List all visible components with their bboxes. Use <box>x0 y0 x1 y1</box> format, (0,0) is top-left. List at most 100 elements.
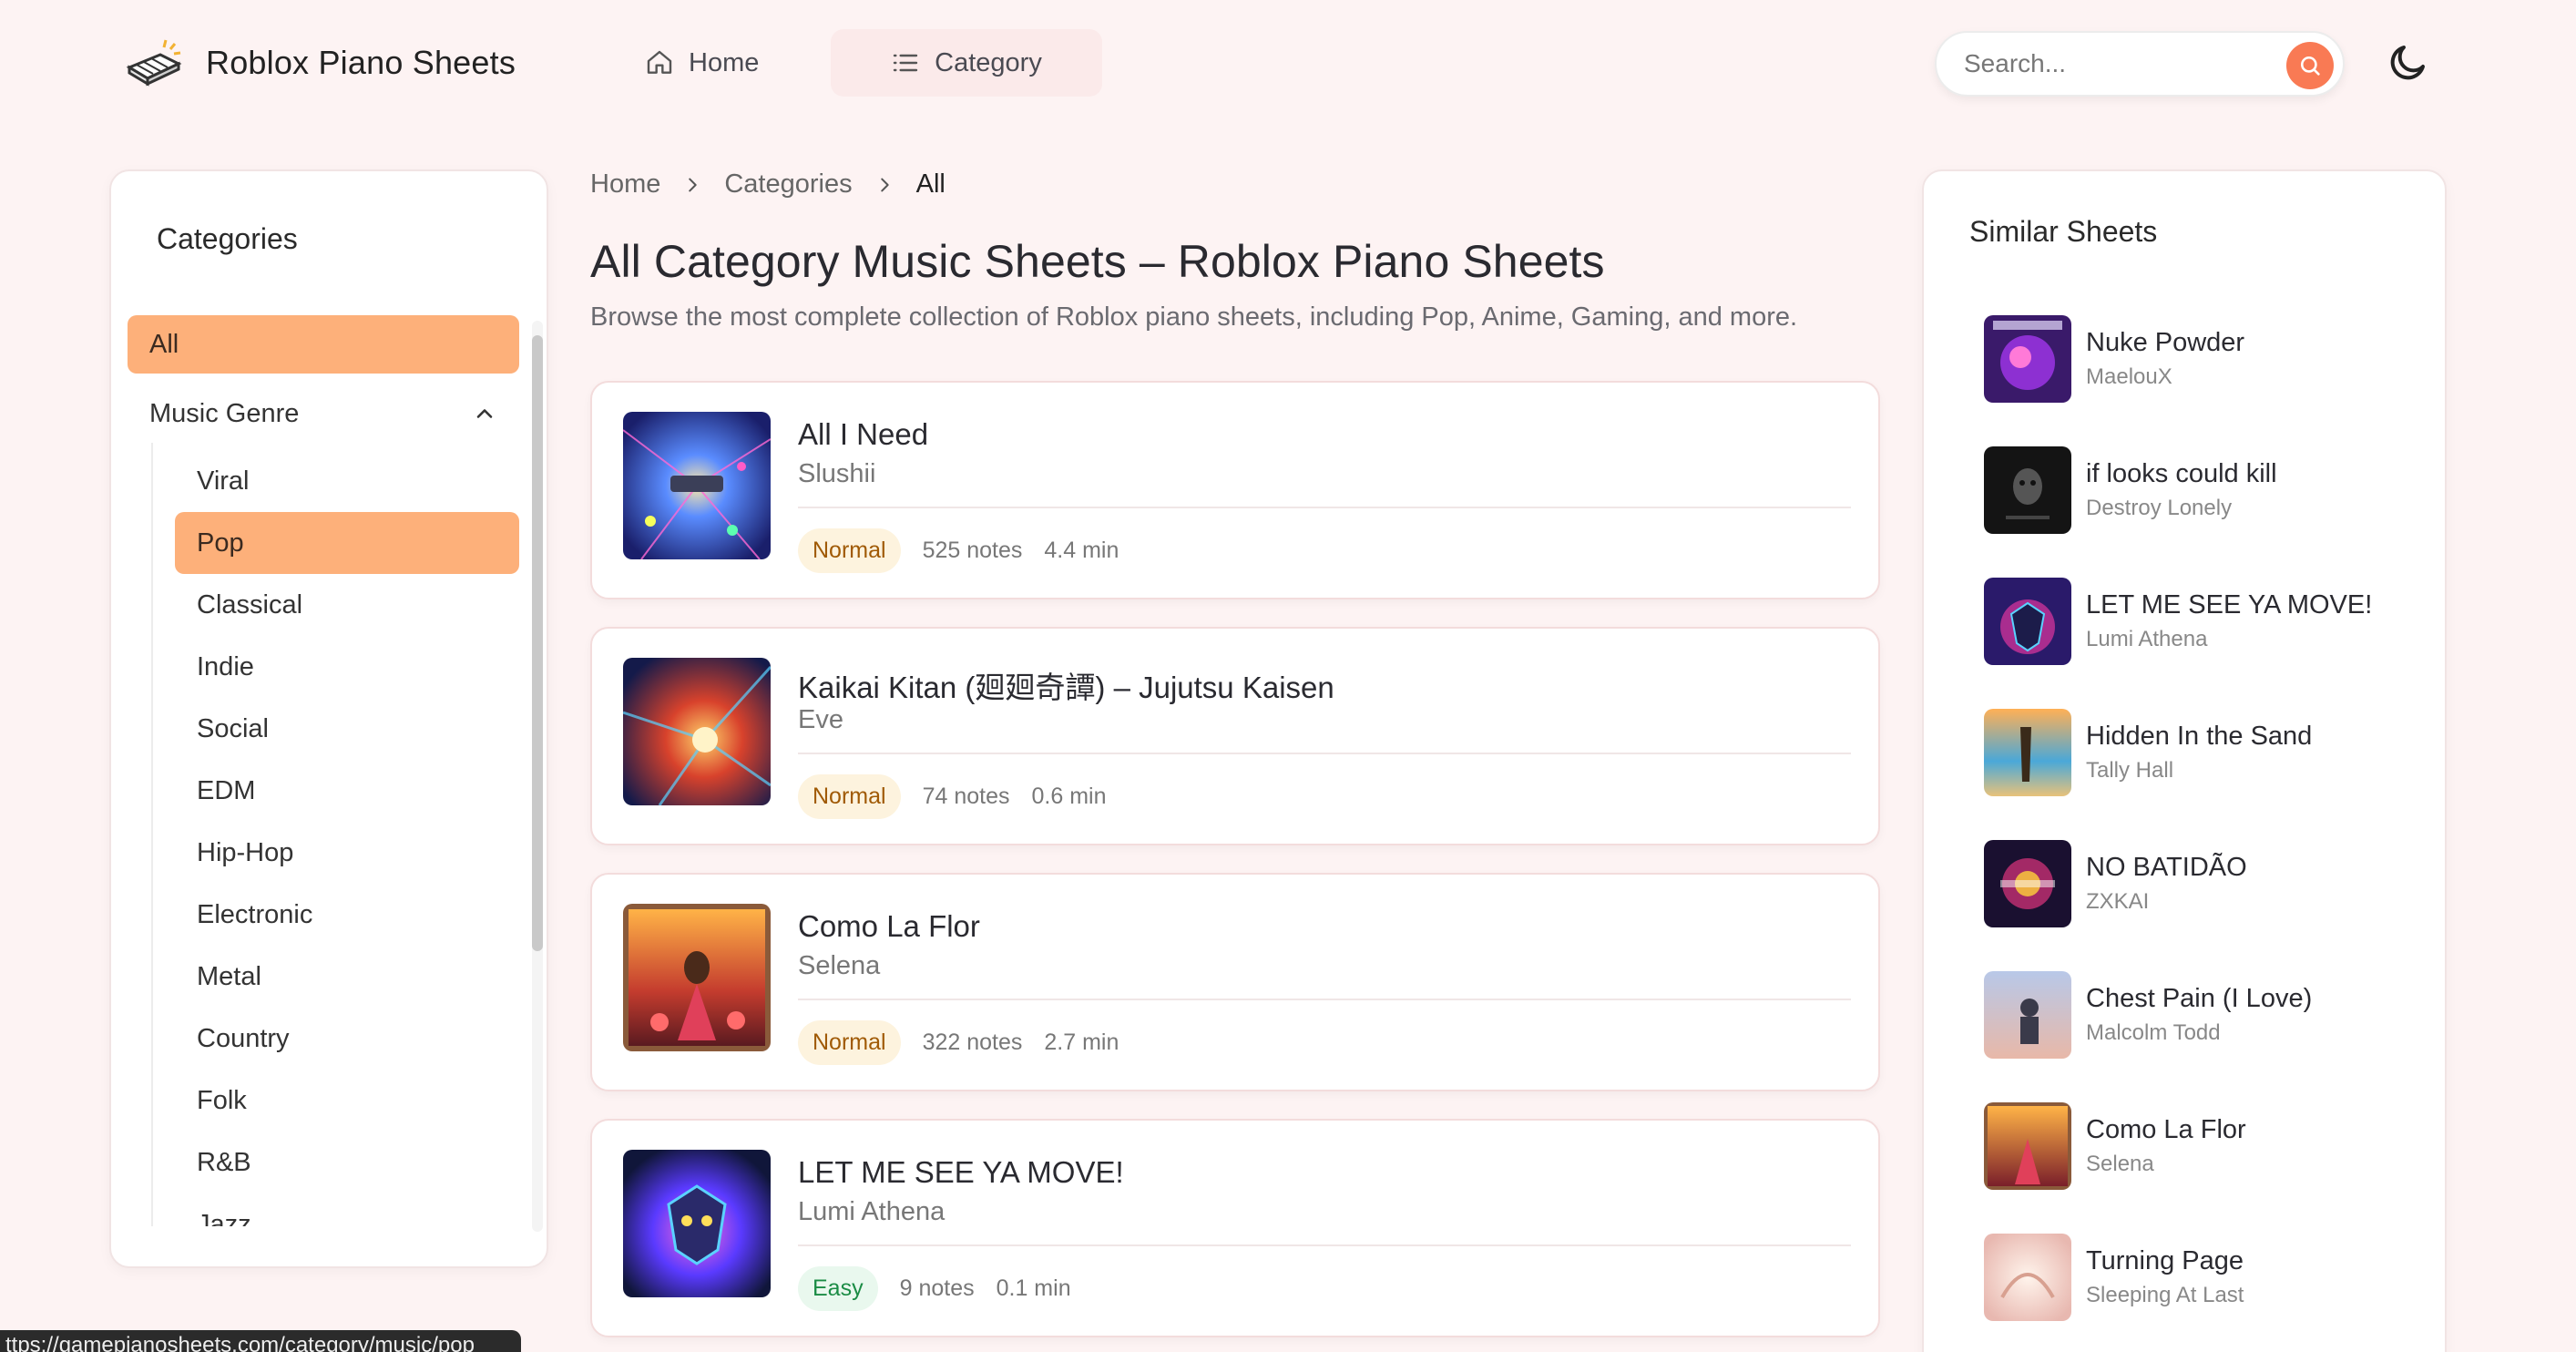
card-divider <box>798 999 1851 1000</box>
sidebar-scroll-thumb[interactable] <box>532 335 543 951</box>
site-header: Roblox Piano Sheets Home Category <box>0 0 2576 128</box>
genre-item-classical[interactable]: Classical <box>175 574 519 636</box>
duration: 0.6 min <box>1031 784 1107 809</box>
cover-image <box>623 412 771 559</box>
sheet-meta: Normal 525 notes 4.4 min <box>798 528 1119 573</box>
genre-item-metal[interactable]: Metal <box>175 946 519 1008</box>
similar-cover <box>1984 446 2071 534</box>
chevron-right-icon <box>880 178 889 191</box>
sheet-artist: Slushii <box>798 459 876 488</box>
cover-image <box>623 904 771 1051</box>
difficulty-badge: Normal <box>798 1020 901 1065</box>
sheet-title: All I Need <box>798 417 929 451</box>
sheet-title: LET ME SEE YA MOVE! <box>798 1155 1124 1189</box>
music-genre-label: Music Genre <box>149 398 300 428</box>
card-divider <box>798 1244 1851 1246</box>
similar-cover <box>1984 971 2071 1059</box>
similar-cover <box>1984 578 2071 665</box>
genre-item-social[interactable]: Social <box>175 698 519 760</box>
category-list[interactable]: All Music Genre Viral Pop Classical Indi… <box>128 315 519 1226</box>
duration: 0.1 min <box>996 1275 1071 1301</box>
nav-category[interactable]: Category <box>831 29 1102 97</box>
home-icon <box>647 50 672 74</box>
breadcrumb-categories[interactable]: Categories <box>724 169 852 200</box>
sheet-card[interactable]: LET ME SEE YA MOVE! Lumi Athena Easy 9 n… <box>590 1119 1880 1337</box>
similar-title: Similar Sheets <box>1969 215 2158 248</box>
chevron-up-icon <box>476 409 493 418</box>
similar-item-artist: Lumi Athena <box>2086 627 2208 651</box>
cover-image <box>623 1150 771 1297</box>
genre-item-rnb[interactable]: R&B <box>175 1132 519 1193</box>
similar-cover <box>1984 315 2071 403</box>
cover-image <box>623 658 771 805</box>
dark-mode-toggle-icon[interactable] <box>2387 40 2430 84</box>
sheet-card[interactable]: Kaikai Kitan (廻廻奇譚) – Jujutsu Kaisen Eve… <box>590 627 1880 845</box>
similar-item[interactable]: Turning Page Sleeping At Last <box>1984 1234 2421 1325</box>
note-count: 322 notes <box>922 1029 1023 1055</box>
breadcrumb-home[interactable]: Home <box>590 169 660 200</box>
genre-item-indie[interactable]: Indie <box>175 636 519 698</box>
genre-sublist: Viral Pop Classical Indie Social EDM Hip… <box>151 443 519 1226</box>
sheet-meta: Normal 74 notes 0.6 min <box>798 774 1106 819</box>
duration: 4.4 min <box>1044 538 1119 563</box>
nav-home[interactable]: Home <box>612 29 792 97</box>
similar-item[interactable]: LET ME SEE YA MOVE! Lumi Athena <box>1984 578 2421 669</box>
card-divider <box>798 753 1851 754</box>
similar-item[interactable]: Como La Flor Selena <box>1984 1102 2421 1193</box>
similar-item-artist: Tally Hall <box>2086 758 2174 783</box>
difficulty-badge: Normal <box>798 774 901 819</box>
sheet-artist: Lumi Athena <box>798 1197 946 1226</box>
page-description: Browse the most complete collection of R… <box>590 302 1798 332</box>
music-genre-toggle[interactable]: Music Genre <box>128 384 519 443</box>
sheet-artist: Eve <box>798 705 843 734</box>
similar-item-artist: Destroy Lonely <box>2086 496 2233 520</box>
genre-item-hip-hop[interactable]: Hip-Hop <box>175 822 519 884</box>
sheet-meta: Easy 9 notes 0.1 min <box>798 1266 1071 1311</box>
genre-item-electronic[interactable]: Electronic <box>175 884 519 946</box>
similar-item[interactable]: Nuke Powder MaelouX <box>1984 315 2421 406</box>
similar-item-title: NO BATIDÃO <box>2086 853 2247 882</box>
similar-cover <box>1984 1234 2071 1321</box>
search-button[interactable] <box>2286 42 2334 89</box>
card-divider <box>798 507 1851 508</box>
search-icon <box>2300 56 2320 76</box>
genre-item-edm[interactable]: EDM <box>175 760 519 822</box>
genre-item-viral[interactable]: Viral <box>175 450 519 512</box>
similar-sheets-panel: Similar Sheets Nuke Powder MaelouX if lo… <box>1922 169 2447 1352</box>
sheet-card[interactable]: Como La Flor Selena Normal 322 notes 2.7… <box>590 873 1880 1091</box>
similar-item-artist: MaelouX <box>2086 364 2172 389</box>
similar-item-artist: ZXKAI <box>2086 889 2150 914</box>
genre-item-jazz[interactable]: Jazz <box>175 1193 519 1227</box>
similar-item[interactable]: Hidden In the Sand Tally Hall <box>1984 709 2421 800</box>
similar-item[interactable]: NO BATIDÃO ZXKAI <box>1984 840 2421 931</box>
sidebar-scrollbar[interactable] <box>532 321 543 1232</box>
genre-item-folk[interactable]: Folk <box>175 1070 519 1132</box>
similar-item[interactable]: if looks could kill Destroy Lonely <box>1984 446 2421 538</box>
similar-item-title: Chest Pain (I Love) <box>2086 984 2313 1013</box>
difficulty-badge: Normal <box>798 528 901 573</box>
similar-cover <box>1984 840 2071 927</box>
similar-item-artist: Selena <box>2086 1152 2154 1176</box>
sheet-artist: Selena <box>798 951 881 980</box>
status-bar-url: ttps://gamepianosheets.com/category/musi… <box>0 1330 521 1352</box>
sheet-card[interactable]: All I Need Slushii Normal 525 notes 4.4 … <box>590 381 1880 599</box>
search-input[interactable] <box>1964 49 2255 78</box>
sheet-meta: Normal 322 notes 2.7 min <box>798 1020 1119 1065</box>
similar-item[interactable]: Chest Pain (I Love) Malcolm Todd <box>1984 971 2421 1062</box>
breadcrumb-current: All <box>915 169 946 199</box>
sheet-title: Kaikai Kitan (廻廻奇譚) – Jujutsu Kaisen <box>798 671 1334 704</box>
similar-item-title: LET ME SEE YA MOVE! <box>2086 590 2373 620</box>
similar-item-title: Como La Flor <box>2086 1115 2246 1144</box>
genre-item-country[interactable]: Country <box>175 1008 519 1070</box>
categories-sidebar: Categories All Music Genre Viral Pop Cla… <box>109 169 548 1268</box>
logo[interactable]: Roblox Piano Sheets <box>124 36 516 89</box>
genre-item-pop[interactable]: Pop <box>175 512 519 574</box>
breadcrumb: Home Categories All <box>590 169 946 200</box>
category-all[interactable]: All <box>128 315 519 374</box>
similar-item-artist: Sleeping At Last <box>2086 1283 2244 1307</box>
page-title: All Category Music Sheets – Roblox Piano… <box>590 236 1605 287</box>
nav-home-label: Home <box>689 47 760 77</box>
list-icon <box>893 54 918 72</box>
nav-category-label: Category <box>935 47 1042 77</box>
chevron-right-icon <box>689 178 698 191</box>
